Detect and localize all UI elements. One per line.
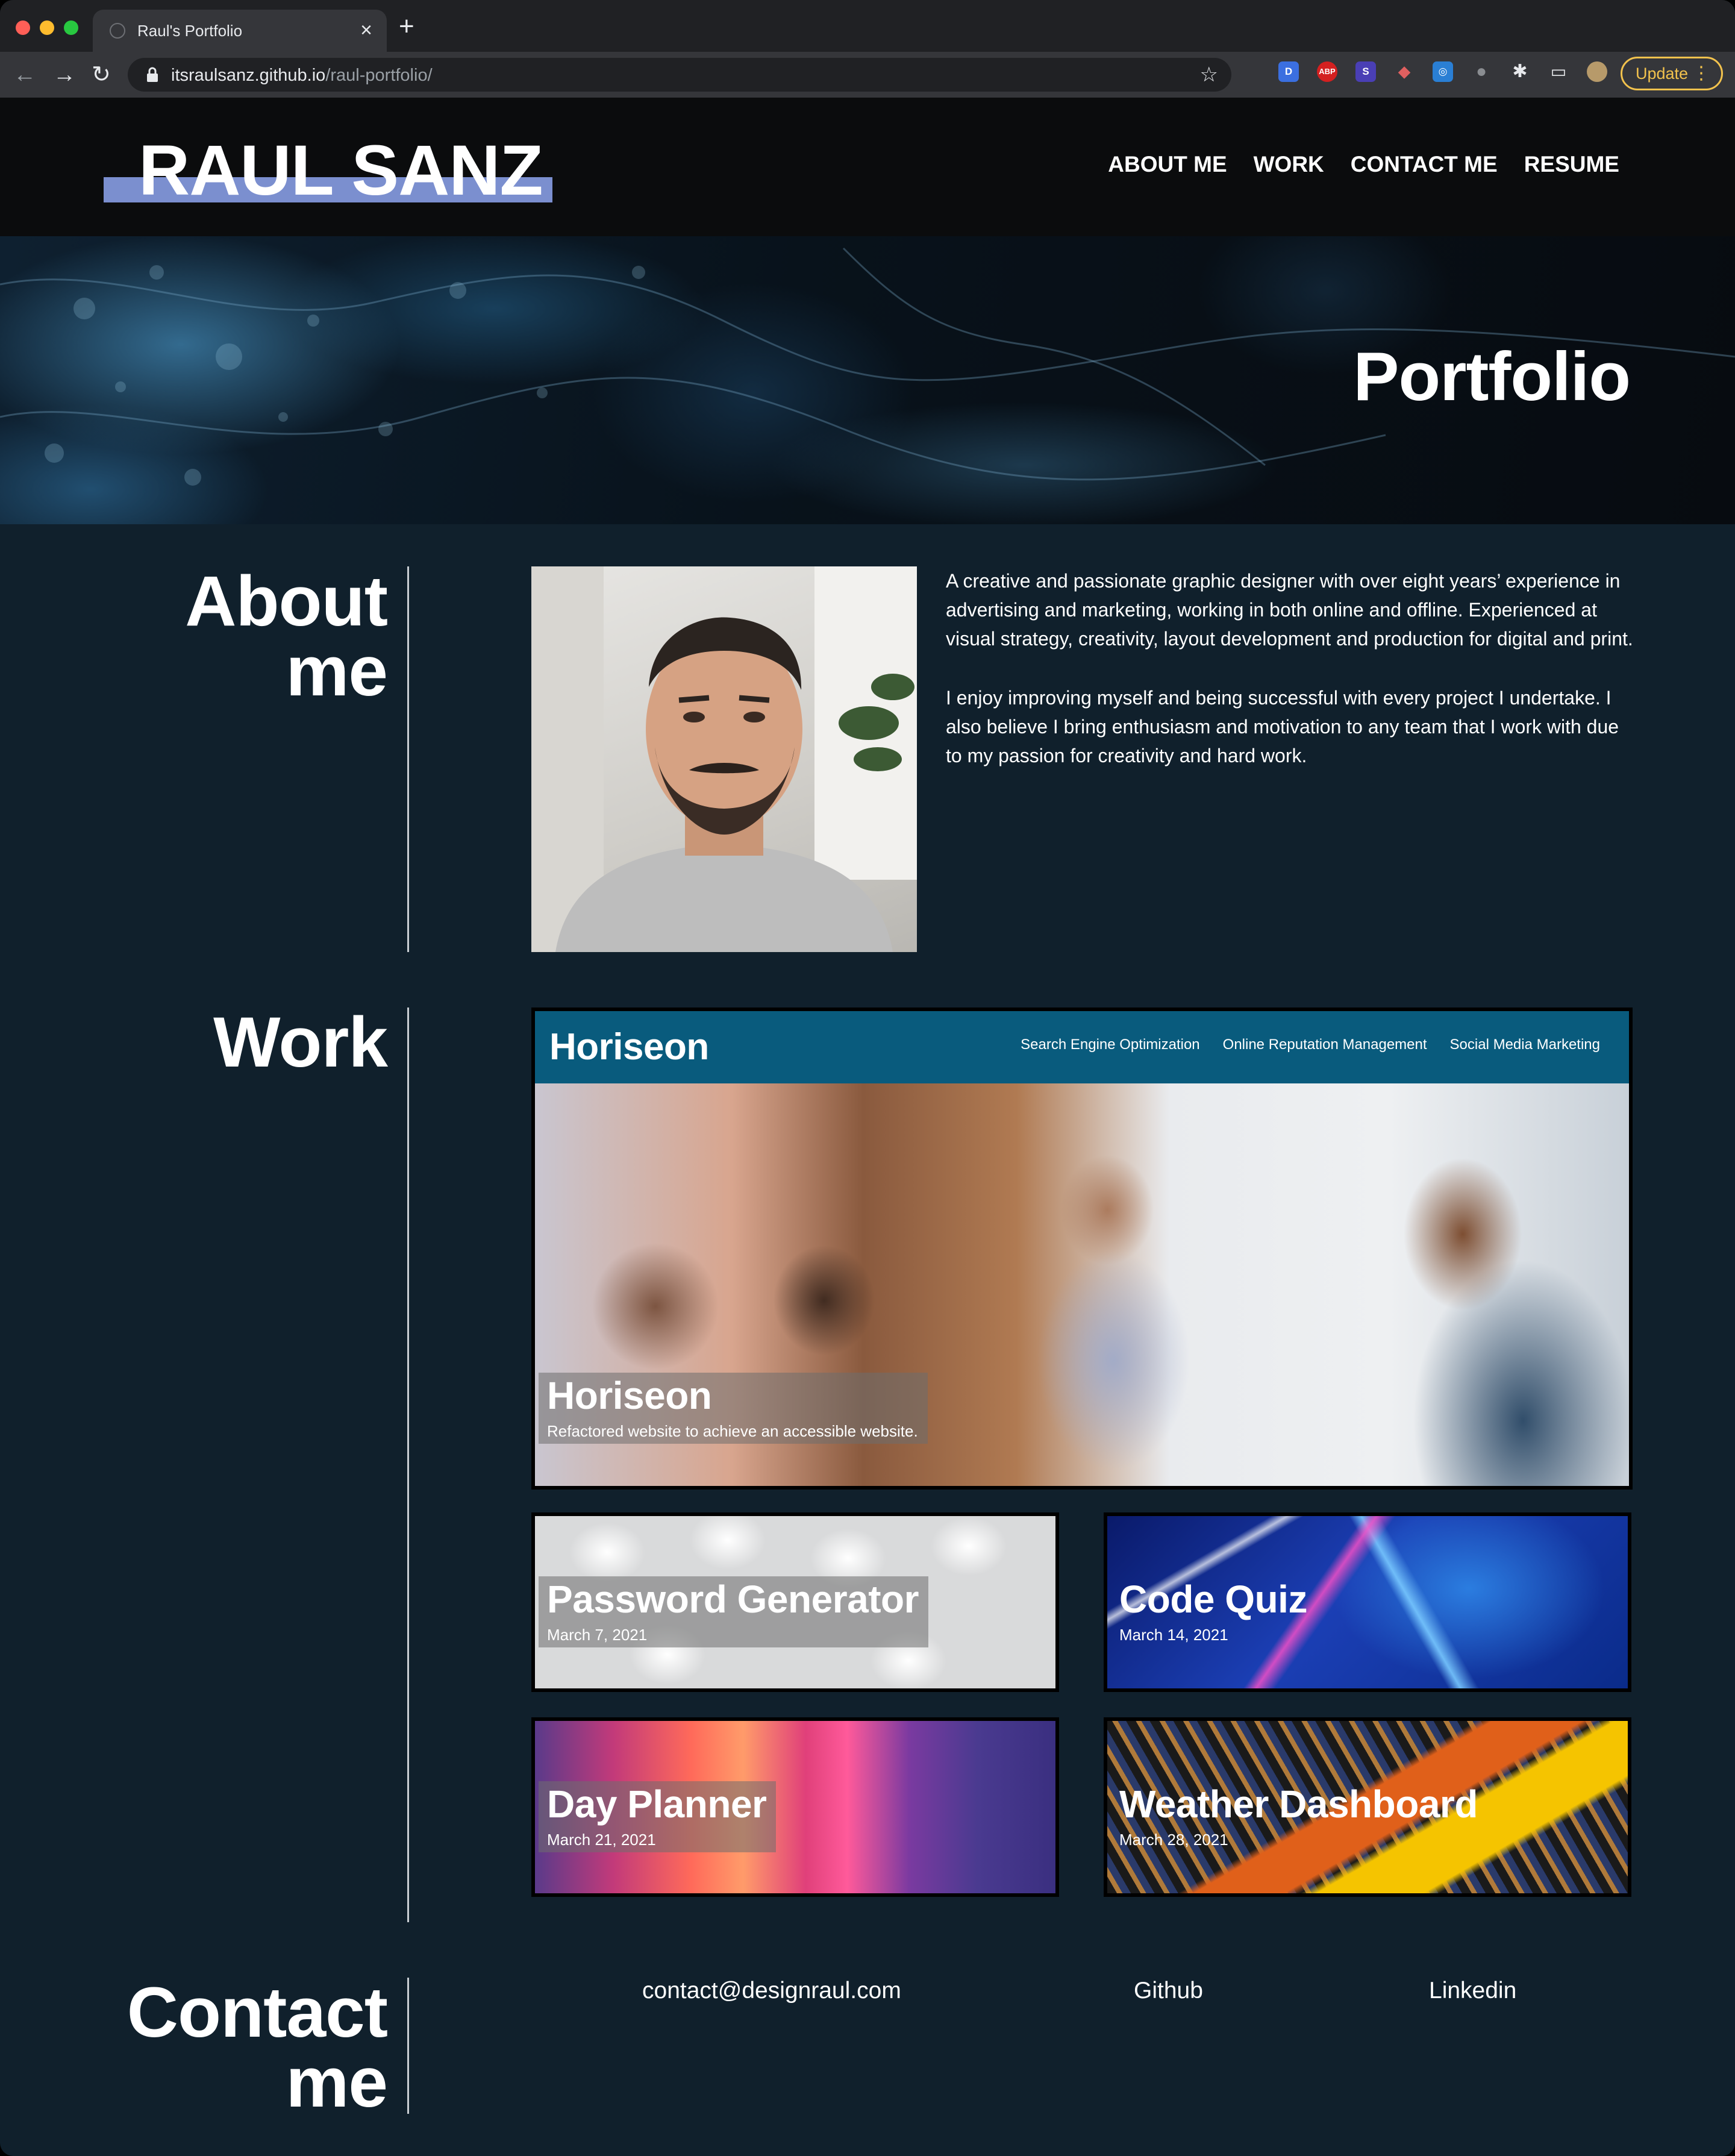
day-planner-caption: Day Planner March 21, 2021 (539, 1781, 777, 1852)
about-text: A creative and passionate graphic design… (946, 566, 1639, 800)
adblock-icon[interactable]: ABP (1317, 61, 1337, 82)
horiseon-nav-item: Search Engine Optimization (1021, 1036, 1200, 1053)
project-description: Refactored website to achieve an accessi… (547, 1422, 918, 1440)
horiseon-caption: Horiseon Refactored website to achieve a… (539, 1373, 928, 1444)
forward-arrow-icon[interactable]: → (53, 61, 76, 88)
browser-tab[interactable]: Raul's Portfolio × (93, 10, 387, 52)
contact-title: Contact me (127, 1973, 388, 2122)
url-host: itsraulsanz.github.io (171, 66, 326, 85)
lock-icon (147, 67, 158, 82)
about-paragraph-1: A creative and passionate graphic design… (946, 570, 1633, 650)
back-arrow-icon[interactable]: ← (13, 61, 36, 88)
extension-d-icon[interactable]: D (1278, 61, 1299, 82)
contact-divider (407, 1978, 409, 2114)
site-logo[interactable]: RAUL SANZ (139, 131, 543, 210)
nav-about-me[interactable]: ABOUT ME (1108, 152, 1227, 177)
horiseon-site-nav: Search Engine Optimization Online Reputa… (1021, 1036, 1600, 1053)
main-nav: ABOUT ME WORK CONTACT ME RESUME (1108, 152, 1619, 177)
puzzle-extensions-icon[interactable]: ✱ (1510, 61, 1530, 82)
linkedin-link[interactable]: Linkedin (1429, 1978, 1516, 2004)
project-date: March 21, 2021 (547, 1831, 656, 1849)
hero-banner: Portfolio (0, 236, 1735, 524)
more-menu-icon: ⋮ (1692, 63, 1710, 83)
screenshot-icon[interactable]: ◎ (1433, 61, 1453, 82)
contact-title-line2: me (286, 2043, 388, 2122)
about-title: About me (185, 562, 388, 711)
password-generator-caption: Password Generator March 7, 2021 (539, 1576, 928, 1647)
project-date: March 28, 2021 (1119, 1831, 1228, 1849)
url-text: itsraulsanz.github.io/raul-portfolio/ (171, 66, 433, 86)
project-card-day-planner[interactable]: Day Planner March 21, 2021 (531, 1717, 1059, 1897)
project-title: Horiseon (547, 1374, 712, 1417)
close-window-button[interactable] (16, 20, 30, 35)
contact-title-line1: Contact (127, 1973, 388, 2052)
tab-title: Raul's Portfolio (137, 22, 243, 40)
maximize-window-button[interactable] (64, 20, 78, 35)
horiseon-nav-item: Social Media Marketing (1449, 1036, 1600, 1053)
extension-gray-icon[interactable]: ● (1471, 61, 1492, 82)
site-header: RAUL SANZ ABOUT ME WORK CONTACT ME RESUM… (0, 98, 1735, 236)
horiseon-nav-item: Online Reputation Management (1222, 1036, 1427, 1053)
work-divider (407, 1007, 409, 1922)
minimize-window-button[interactable] (40, 20, 54, 35)
browser-window: Raul's Portfolio × + ← → ↻ itsraulsanz.g… (0, 0, 1735, 2156)
weather-dashboard-caption: Weather Dashboard March 28, 2021 (1111, 1781, 1487, 1852)
work-title: Work (213, 1003, 388, 1082)
horiseon-site-header: Horiseon Search Engine Optimization Onli… (535, 1011, 1629, 1083)
bookmark-star-icon[interactable]: ☆ (1200, 63, 1218, 87)
reload-icon[interactable]: ↻ (92, 61, 111, 88)
globe-icon (110, 23, 125, 39)
project-date: March 14, 2021 (1119, 1626, 1228, 1644)
new-tab-icon[interactable]: + (399, 13, 414, 40)
horiseon-site-logo: Horiseon (549, 1026, 709, 1068)
email-link[interactable]: contact@designraul.com (642, 1978, 901, 2004)
project-card-horiseon[interactable]: Horiseon Search Engine Optimization Onli… (531, 1007, 1633, 1490)
address-bar[interactable]: itsraulsanz.github.io/raul-portfolio/ ☆ (128, 58, 1231, 92)
update-label: Update (1636, 64, 1689, 83)
project-title: Code Quiz (1119, 1578, 1307, 1621)
tab-strip: Raul's Portfolio × + (0, 0, 1735, 52)
code-quiz-caption: Code Quiz March 14, 2021 (1111, 1576, 1317, 1647)
project-date: March 7, 2021 (547, 1626, 648, 1644)
close-tab-icon[interactable]: × (360, 18, 372, 42)
github-link[interactable]: Github (1134, 1978, 1203, 2004)
about-paragraph-2: I enjoy improving myself and being succe… (946, 687, 1619, 766)
hero-title: Portfolio (1353, 339, 1631, 415)
project-card-weather-dashboard[interactable]: Weather Dashboard March 28, 2021 (1104, 1717, 1631, 1897)
portrait-illustration (531, 566, 917, 952)
nav-work[interactable]: WORK (1254, 152, 1324, 177)
project-title: Weather Dashboard (1119, 1782, 1478, 1826)
project-title: Day Planner (547, 1782, 767, 1826)
nav-resume[interactable]: RESUME (1524, 152, 1619, 177)
nav-contact-me[interactable]: CONTACT ME (1351, 152, 1498, 177)
about-divider (407, 566, 409, 952)
url-path: /raul-portfolio/ (325, 66, 433, 85)
update-browser-button[interactable]: Update ⋮ (1621, 57, 1723, 90)
profile-photo (531, 566, 917, 952)
about-title-line2: me (286, 631, 388, 711)
pocket-icon[interactable]: ⬥ (1394, 61, 1415, 82)
project-card-password-generator[interactable]: Password Generator March 7, 2021 (531, 1512, 1059, 1692)
project-card-code-quiz[interactable]: Code Quiz March 14, 2021 (1104, 1512, 1631, 1692)
extension-s-icon[interactable]: S (1355, 61, 1376, 82)
about-title-line1: About (185, 562, 388, 641)
cast-icon[interactable]: ▭ (1548, 61, 1569, 82)
project-title: Password Generator (547, 1578, 919, 1621)
profile-avatar-icon[interactable] (1587, 61, 1607, 82)
